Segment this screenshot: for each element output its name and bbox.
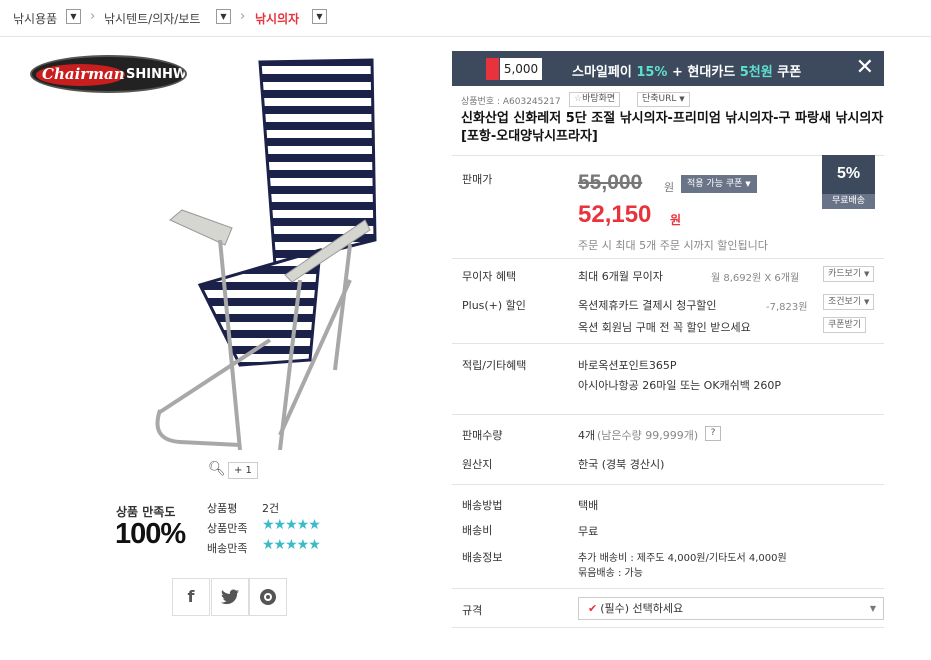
breadcrumb: 낚시용품 ▼ › 낚시텐트/의자/보트 ▼ › 낚시의자 ▼ bbox=[0, 0, 931, 37]
product-number: 상품번호 : A603245217 bbox=[461, 97, 561, 107]
product-title: 신화산업 신화레저 5단 조절 낚시의자-프리미엄 낚시의자-구 파랑새 낚시의… bbox=[461, 111, 884, 144]
close-icon[interactable]: ✕ bbox=[856, 55, 874, 80]
review-label: 상품평 bbox=[207, 502, 238, 515]
shipping-method-label: 배송방법 bbox=[462, 499, 503, 512]
banner-text: 스마일페이 15% + 현대카드 5천원 쿠폰 bbox=[572, 65, 802, 80]
plus-discount-label: Plus(+) 할인 bbox=[462, 299, 526, 312]
delivery-satisfaction-label: 배송만족 bbox=[207, 542, 248, 555]
remaining-quantity: (남은수량 99,999개) bbox=[597, 429, 699, 442]
origin-value: 한국 (경북 경산시) bbox=[578, 458, 665, 471]
product-rating-stars: ★★★★★ bbox=[262, 517, 321, 533]
logo-text-chairman: Chairman bbox=[42, 65, 125, 83]
satisfaction-percent: 100% bbox=[115, 518, 186, 550]
product-satisfaction-label: 상품만족 bbox=[207, 522, 248, 535]
discount-badge: 5% 무료배송 bbox=[822, 155, 875, 209]
origin-label: 원산지 bbox=[462, 458, 493, 471]
search-icon[interactable]: 🔍︎ bbox=[208, 461, 226, 477]
applicable-coupon-button[interactable]: 적용 가능 쿠폰 ▼ bbox=[681, 175, 757, 193]
shipping-info-line-1: 추가 배송비 : 제주도 4,000원/기타도서 4,000원 bbox=[578, 553, 787, 564]
chevron-down-icon[interactable]: ▼ bbox=[216, 9, 231, 24]
shipping-info-label: 배송정보 bbox=[462, 551, 503, 564]
star-icon: ☆ bbox=[574, 94, 583, 104]
chevron-down-icon: ▼ bbox=[864, 270, 870, 278]
plus-discount-amount: -7,823원 bbox=[766, 302, 808, 313]
discount-percent: 5% bbox=[822, 155, 875, 194]
facebook-share-button[interactable]: f bbox=[172, 578, 210, 616]
original-price: 55,000 bbox=[578, 171, 643, 194]
installment-detail: 월 8,692원 X 6개월 bbox=[711, 273, 800, 284]
delivery-rating-stars: ★★★★★ bbox=[262, 537, 321, 553]
sale-price: 52,150 bbox=[578, 201, 652, 228]
review-count[interactable]: 2건 bbox=[262, 500, 279, 516]
facebook-icon: f bbox=[187, 587, 195, 606]
points-line-1: 바로옥션포인트365P bbox=[578, 359, 677, 372]
shipping-info-line-2: 묶음배송 : 가능 bbox=[578, 568, 643, 579]
favorite-button[interactable]: ☆바탕화면 bbox=[569, 92, 621, 107]
product-image[interactable] bbox=[120, 50, 390, 450]
points-label: 적립/기타혜택 bbox=[462, 359, 527, 372]
breadcrumb-item-fishing-chair[interactable]: 낚시의자 bbox=[255, 10, 299, 27]
quantity-sold-value: 4개 bbox=[578, 429, 596, 442]
installment-label: 무이자 혜택 bbox=[462, 270, 517, 283]
condition-view-button[interactable]: 조건보기 ▼ bbox=[823, 294, 875, 310]
shipping-method-value: 택배 bbox=[578, 499, 599, 512]
shipping-fee-value: 무료 bbox=[578, 525, 599, 538]
chevron-down-icon: ▼ bbox=[745, 180, 751, 188]
option-label: 규격 bbox=[462, 604, 483, 617]
points-line-2: 아시아나항공 26마일 또는 OK캐쉬백 260P bbox=[578, 379, 782, 392]
price-label: 판매가 bbox=[462, 173, 493, 186]
breadcrumb-item-tent-chair-boat[interactable]: 낚시텐트/의자/보트 bbox=[104, 10, 200, 27]
chevron-down-icon: ▼ bbox=[679, 95, 685, 103]
chevron-down-icon: ▼ bbox=[869, 604, 876, 613]
original-price-unit: 원 bbox=[664, 181, 675, 194]
sale-price-unit: 원 bbox=[670, 213, 682, 227]
plus-discount-value: 옥션제휴카드 결제시 청구할인 bbox=[578, 299, 717, 312]
member-discount-text: 옥션 회원님 구매 전 꼭 할인 받으세요 bbox=[578, 321, 751, 334]
free-shipping-badge: 무료배송 bbox=[822, 194, 875, 209]
breadcrumb-separator-icon: › bbox=[240, 9, 246, 24]
smilepay-icon bbox=[486, 58, 499, 80]
chevron-down-icon[interactable]: ▼ bbox=[66, 9, 81, 24]
help-button[interactable]: ? bbox=[705, 426, 721, 441]
twitter-icon bbox=[221, 589, 239, 605]
breadcrumb-separator-icon: › bbox=[90, 9, 96, 24]
banner-coupon-amount: 5,000 bbox=[500, 58, 542, 80]
shipping-fee-label: 배송비 bbox=[462, 524, 493, 537]
card-view-button[interactable]: 카드보기 ▼ bbox=[823, 266, 875, 282]
short-url-button[interactable]: 단축URL ▼ bbox=[637, 92, 690, 107]
coupon-download-button[interactable]: 쿠폰받기 bbox=[823, 317, 867, 333]
required-check-icon: ✔ bbox=[588, 602, 598, 615]
chevron-down-icon[interactable]: ▼ bbox=[312, 9, 327, 24]
installment-value: 최대 6개월 무이자 bbox=[578, 270, 663, 283]
kakao-icon bbox=[260, 589, 276, 605]
option-placeholder: (필수) 선택하세요 bbox=[600, 602, 684, 615]
price-note: 주문 시 최대 5개 주문 시까지 할인됩니다 bbox=[578, 239, 768, 252]
more-images-button[interactable]: + 1 bbox=[228, 462, 258, 479]
promo-banner[interactable]: 5,000 스마일페이 15% + 현대카드 5천원 쿠폰 ✕ bbox=[452, 51, 884, 86]
kakao-share-button[interactable] bbox=[249, 578, 287, 616]
chevron-down-icon: ▼ bbox=[864, 298, 870, 306]
quantity-sold-label: 판매수량 bbox=[462, 429, 503, 442]
twitter-share-button[interactable] bbox=[211, 578, 249, 616]
option-select[interactable]: ✔ (필수) 선택하세요 ▼ bbox=[578, 597, 884, 620]
breadcrumb-item-fishing-goods[interactable]: 낚시용품 bbox=[13, 10, 57, 27]
